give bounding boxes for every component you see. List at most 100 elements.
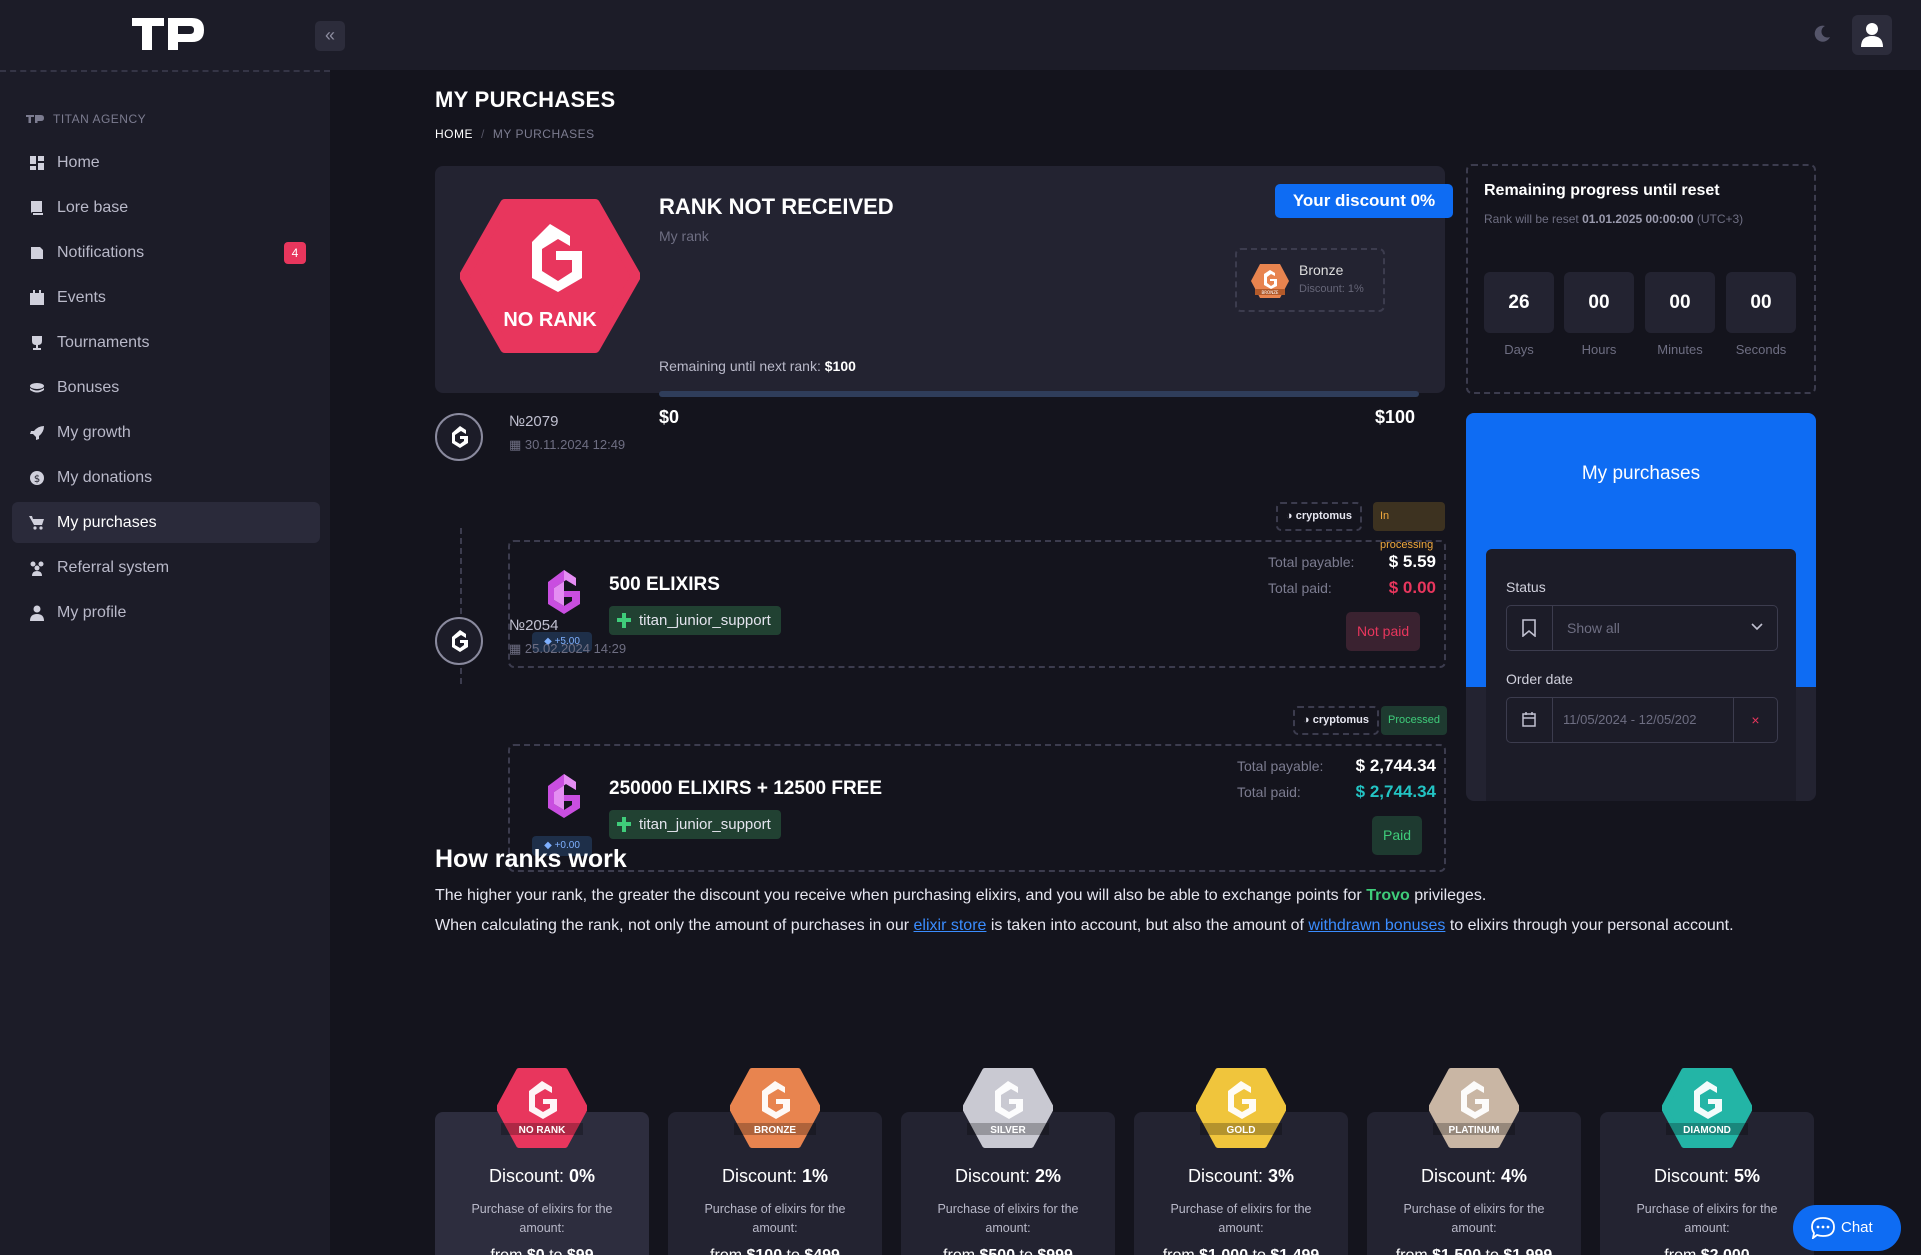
calendar-icon [1522,712,1536,727]
user-plus-icon [617,817,631,832]
timer-hours-label: Hours [1581,342,1617,357]
rank-tier-description: Purchase of elixirs for the amount: [1403,1202,1545,1235]
payment-method-chip: ◑ cryptomus [1276,502,1362,531]
rank-tier-discount: Discount: 0% [488,1166,596,1186]
rank-tier-description: Purchase of elixirs for the amount: [937,1202,1079,1235]
order-product-title: 250000 ELIXIRS + 12500 FREE [609,778,883,799]
rank-tier-range: from $500 to $999 [901,1247,1115,1255]
next-rank-box: BRONZE Bronze Discount: 1% [1235,248,1385,312]
rank-tier-discount: Discount: 1% [721,1166,829,1186]
order-date-range-value: 11/05/2024 - 12/05/202 [1563,712,1697,727]
elixir-icon [548,774,580,818]
order-logo-icon [452,630,468,652]
titan-logo[interactable] [130,14,206,54]
filter-title: My purchases [1581,463,1701,484]
svg-text:SILVER: SILVER [990,1125,1026,1136]
sidebar-item-bonuses[interactable]: Bonuses [12,367,320,408]
rank-subtitle: My rank [659,228,709,244]
sidebar-item-events[interactable]: Events [12,277,320,318]
rank-tier-badge-icon: DIAMOND [1662,1068,1752,1148]
rank-tier-range: from $2,000 [1600,1247,1814,1255]
chat-button[interactable]: Chat [1793,1205,1901,1251]
total-payable-value: $ 5.59 [1388,552,1436,571]
coins-icon [30,382,44,392]
bell-icon [31,246,43,259]
calendar-small-icon: ▦ [509,437,525,452]
rank-tier-badge-icon: GOLD [1196,1068,1286,1148]
timer-minutes-value: 00 [1645,272,1715,333]
total-payable-value: $ 2,744.34 [1355,756,1436,775]
notifications-count-badge: 4 [284,242,306,264]
sidebar-item-lore-base[interactable]: Lore base [12,187,320,228]
payment-method-chip: ◑ cryptomus [1293,706,1379,735]
top-bar: « [0,0,1921,70]
date-icon-cell [1507,698,1553,742]
reset-title: Remaining progress until reset [1484,182,1720,199]
status-select-value: Show all [1567,620,1620,636]
sidebar: TITAN AGENCY Home Lore base Notification… [0,70,330,1255]
rocket-icon [30,425,44,440]
trovo-brand-text: Trovo [1366,887,1410,904]
rank-tier-card: PLATINUM Discount: 4% Purchase of elixir… [1367,1068,1581,1255]
no-rank-badge: NO RANK [460,199,640,353]
clear-date-button[interactable]: × [1733,698,1777,742]
order-date-range-input[interactable]: 11/05/2024 - 12/05/202 × [1506,697,1778,743]
reset-progress-card: Remaining progress until reset Rank will… [1466,164,1816,394]
withdrawn-bonuses-link[interactable]: withdrawn bonuses [1308,917,1445,934]
cart-icon [29,515,44,530]
rank-tier-description: Purchase of elixirs for the amount: [471,1202,613,1235]
timer-days-value: 26 [1484,272,1554,333]
breadcrumb-current: MY PURCHASES [492,127,595,141]
calendar-small-icon: ▦ [509,641,525,656]
order-status-circle [435,617,483,665]
order-number: №2054 [509,617,559,634]
rank-tier-discount: Discount: 2% [954,1166,1062,1186]
svg-text:BRONZE: BRONZE [1262,290,1279,295]
sidebar-item-my-purchases[interactable]: My purchases [12,502,320,543]
breadcrumb-home-link[interactable]: HOME [435,127,473,141]
sidebar-item-my-growth[interactable]: My growth [12,412,320,453]
users-icon [30,561,44,576]
rank-tier-range: from $100 to $499 [668,1247,882,1255]
elixir-icon [548,570,580,614]
rank-tier-description: Purchase of elixirs for the amount: [1170,1202,1312,1235]
user-icon [30,605,44,621]
moon-icon[interactable] [1810,22,1834,46]
total-paid-value: $ 2,744.34 [1355,782,1436,801]
sidebar-item-home[interactable]: Home [12,142,320,183]
main-content: MY PURCHASES HOME / MY PURCHASES NO RANK R… [330,70,1921,1255]
chevron-down-icon [1751,623,1763,631]
book-icon [31,200,43,215]
bronze-badge-icon: BRONZE [1251,264,1289,298]
sidebar-item-my-donations[interactable]: $ My donations [12,457,320,498]
total-paid-label: Total paid: [1237,784,1301,800]
filter-body: Status Show all Order date 11/05/2024 - … [1486,549,1796,801]
rank-tier-range: from $1,500 to $1,999 [1367,1247,1581,1255]
home-icon [30,155,44,170]
sidebar-item-my-profile[interactable]: My profile [12,592,320,633]
remaining-until-next-rank: Remaining until next rank: $100 [659,358,856,374]
collapse-sidebar-button[interactable]: « [315,21,345,51]
sidebar-item-referral-system[interactable]: Referral system [12,547,320,588]
order-logo-icon [452,426,468,448]
status-select[interactable]: Show all [1506,605,1778,651]
total-paid-label: Total paid: [1268,580,1332,596]
user-avatar-icon [1861,23,1883,47]
dollar-icon: $ [30,470,44,485]
elixir-store-link[interactable]: elixir store [914,917,987,934]
next-rank-name: Bronze [1299,262,1344,278]
payment-status-chip: Paid [1372,816,1423,855]
purchases-filter-card: My purchases Status Show all Order date … [1466,413,1816,801]
rank-card: NO RANK RANK NOT RECEIVED My rank Your d… [435,166,1453,427]
rank-tier-badge-icon: NO RANK [497,1068,587,1148]
rank-tier-badge-icon: PLATINUM [1429,1068,1519,1148]
breadcrumb: HOME / MY PURCHASES [435,127,595,141]
close-icon: × [1751,712,1760,728]
user-menu-button[interactable] [1852,15,1892,55]
total-paid-value: $ 0.00 [1388,578,1436,597]
timer-days-label: Days [1504,342,1534,357]
order-product-title: 500 ELIXIRS [609,574,720,595]
cryptomus-icon: ◑ [1286,510,1296,522]
sidebar-item-notifications[interactable]: Notifications 4 [12,232,320,273]
sidebar-item-tournaments[interactable]: Tournaments [12,322,320,363]
